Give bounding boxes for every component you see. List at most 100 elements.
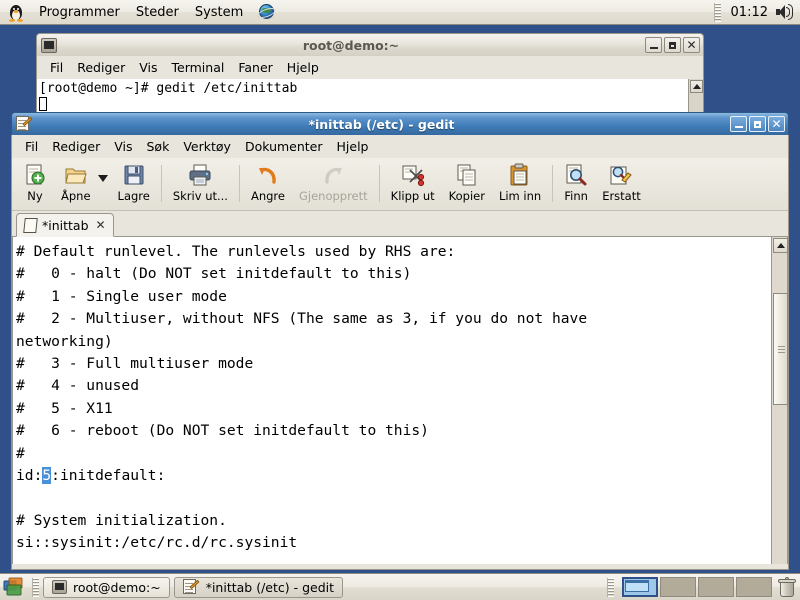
penguin-icon[interactable] bbox=[6, 2, 26, 22]
terminal-menu-vis[interactable]: Vis bbox=[132, 58, 164, 77]
find-magnifier-icon bbox=[564, 163, 588, 187]
undo-button[interactable]: Angre bbox=[244, 160, 292, 210]
terminal-menu-hjelp[interactable]: Hjelp bbox=[280, 58, 326, 77]
menu-system[interactable]: System bbox=[187, 2, 251, 23]
gedit-toolbar: Ny Åpne Lagre Skriv ut... Angre Gjenoppr… bbox=[12, 158, 788, 211]
tab-label: *inittab bbox=[42, 217, 89, 233]
menu-places[interactable]: Steder bbox=[128, 2, 187, 23]
text-editor[interactable]: # Default runlevel. The runlevels used b… bbox=[12, 237, 771, 564]
terminal-scroll-up-icon[interactable] bbox=[690, 80, 703, 93]
gedit-maximize-button[interactable] bbox=[749, 116, 766, 132]
workspace-drag-handle[interactable] bbox=[607, 577, 614, 597]
undo-button-label: Angre bbox=[250, 189, 285, 203]
gedit-menu-vis[interactable]: Vis bbox=[107, 137, 139, 156]
print-button[interactable]: Skriv ut... bbox=[166, 160, 235, 210]
find-button[interactable]: Finn bbox=[557, 160, 595, 210]
gedit-menu-rediger[interactable]: Rediger bbox=[45, 137, 107, 156]
toolbar-separator-4 bbox=[552, 165, 554, 202]
copy-button[interactable]: Kopier bbox=[442, 160, 492, 210]
globe-icon[interactable] bbox=[256, 2, 278, 22]
doc-text-before-selection: # Default runlevel. The runlevels used b… bbox=[16, 243, 588, 485]
taskbar-drag-handle[interactable] bbox=[32, 577, 39, 597]
gedit-window[interactable]: *inittab (/etc) - gedit ✕ Fil Rediger Vi… bbox=[11, 112, 789, 570]
menu-applications[interactable]: Programmer bbox=[31, 2, 128, 23]
new-button[interactable]: Ny bbox=[16, 160, 54, 210]
paste-clipboard-icon bbox=[508, 163, 532, 187]
terminal-menu-faner[interactable]: Faner bbox=[231, 58, 279, 77]
paste-button[interactable]: Lim inn bbox=[492, 160, 548, 210]
document-icon bbox=[23, 217, 38, 233]
workspace-4[interactable] bbox=[736, 577, 772, 597]
terminal-window-buttons: ✕ bbox=[645, 37, 700, 53]
trash-icon[interactable] bbox=[777, 576, 797, 598]
save-button-label: Lagre bbox=[117, 189, 150, 203]
workspace-2[interactable] bbox=[660, 577, 696, 597]
tab-close-icon[interactable]: ✕ bbox=[94, 218, 106, 232]
terminal-menu-fil[interactable]: Fil bbox=[43, 58, 70, 77]
new-button-label: Ny bbox=[27, 189, 43, 203]
taskbar-item-gedit[interactable]: *inittab (/etc) - gedit bbox=[173, 576, 344, 598]
workspace-1[interactable] bbox=[622, 577, 658, 597]
cut-button[interactable]: Klipp ut bbox=[384, 160, 442, 210]
terminal-icon bbox=[41, 37, 57, 53]
terminal-title: root@demo:~ bbox=[302, 37, 400, 53]
gedit-menu-sok[interactable]: Søk bbox=[140, 137, 177, 156]
document-content[interactable]: # Default runlevel. The runlevels used b… bbox=[13, 237, 771, 564]
taskbar-item-terminal[interactable]: root@demo:~ bbox=[43, 576, 170, 598]
replace-icon bbox=[609, 163, 633, 187]
bottom-panel: root@demo:~ *inittab (/etc) - gedit bbox=[0, 573, 800, 600]
taskbar-item-terminal-label: root@demo:~ bbox=[73, 579, 161, 595]
terminal-close-button[interactable]: ✕ bbox=[683, 37, 700, 53]
chevron-down-icon bbox=[97, 174, 108, 182]
gedit-menubar: Fil Rediger Vis Søk Verktøy Dokumenter H… bbox=[12, 135, 788, 158]
terminal-menu-rediger[interactable]: Rediger bbox=[70, 58, 132, 77]
editor-scroll-up-icon[interactable] bbox=[773, 238, 788, 253]
copy-icon bbox=[455, 163, 479, 187]
redo-button-label: Gjenopprett bbox=[298, 189, 368, 203]
panel-drag-handle[interactable] bbox=[713, 2, 721, 22]
terminal-icon bbox=[52, 580, 67, 594]
desktop: Programmer Steder System 01:12 root@demo… bbox=[0, 0, 800, 600]
gedit-menu-fil[interactable]: Fil bbox=[18, 137, 45, 156]
gedit-titlebar[interactable]: *inittab (/etc) - gedit ✕ bbox=[11, 112, 789, 135]
open-dropdown-button[interactable] bbox=[97, 160, 111, 210]
tab-inittab[interactable]: *inittab ✕ bbox=[16, 213, 114, 237]
gedit-icon bbox=[16, 116, 33, 132]
gedit-menu-dokumenter[interactable]: Dokumenter bbox=[238, 137, 330, 156]
terminal-maximize-button[interactable] bbox=[664, 37, 681, 53]
toolbar-separator-3 bbox=[378, 165, 380, 202]
clock[interactable]: 01:12 bbox=[725, 5, 774, 20]
terminal-titlebar[interactable]: root@demo:~ ✕ bbox=[36, 33, 704, 56]
workspace-switcher[interactable] bbox=[622, 577, 772, 597]
gedit-minimize-button[interactable] bbox=[730, 116, 747, 132]
gedit-close-button[interactable]: ✕ bbox=[768, 116, 785, 132]
terminal-command-line: [root@demo ~]# gedit /etc/inittab bbox=[39, 81, 298, 96]
gedit-editor-area: # Default runlevel. The runlevels used b… bbox=[12, 237, 788, 564]
toolbar-separator-1 bbox=[160, 165, 162, 202]
show-desktop-icon[interactable] bbox=[3, 577, 25, 597]
selected-text: 5 bbox=[42, 467, 52, 485]
open-button-label: Åpne bbox=[61, 189, 91, 203]
top-panel: Programmer Steder System 01:12 bbox=[0, 0, 800, 25]
redo-button: Gjenopprett bbox=[292, 160, 375, 210]
save-button[interactable]: Lagre bbox=[111, 160, 157, 210]
replace-button[interactable]: Erstatt bbox=[595, 160, 648, 210]
editor-scrollbar[interactable] bbox=[771, 237, 788, 564]
gedit-window-buttons: ✕ bbox=[730, 116, 785, 132]
terminal-menubar: Fil Rediger Vis Terminal Faner Hjelp bbox=[36, 56, 704, 79]
save-floppy-icon bbox=[122, 163, 146, 187]
toolbar-separator-2 bbox=[238, 165, 240, 202]
redo-icon bbox=[321, 163, 345, 187]
cut-scissors-icon bbox=[401, 163, 425, 187]
terminal-menu-terminal[interactable]: Terminal bbox=[165, 58, 232, 77]
workspace-3[interactable] bbox=[698, 577, 734, 597]
terminal-window[interactable]: root@demo:~ ✕ Fil Rediger Vis Terminal F… bbox=[36, 33, 704, 121]
print-button-label: Skriv ut... bbox=[172, 189, 228, 203]
new-document-icon bbox=[23, 163, 47, 187]
open-button[interactable]: Åpne bbox=[54, 160, 98, 210]
editor-scrollbar-thumb[interactable] bbox=[773, 293, 788, 405]
speaker-icon[interactable] bbox=[774, 3, 794, 21]
gedit-menu-hjelp[interactable]: Hjelp bbox=[330, 137, 376, 156]
gedit-menu-verktoy[interactable]: Verktøy bbox=[176, 137, 238, 156]
terminal-minimize-button[interactable] bbox=[645, 37, 662, 53]
